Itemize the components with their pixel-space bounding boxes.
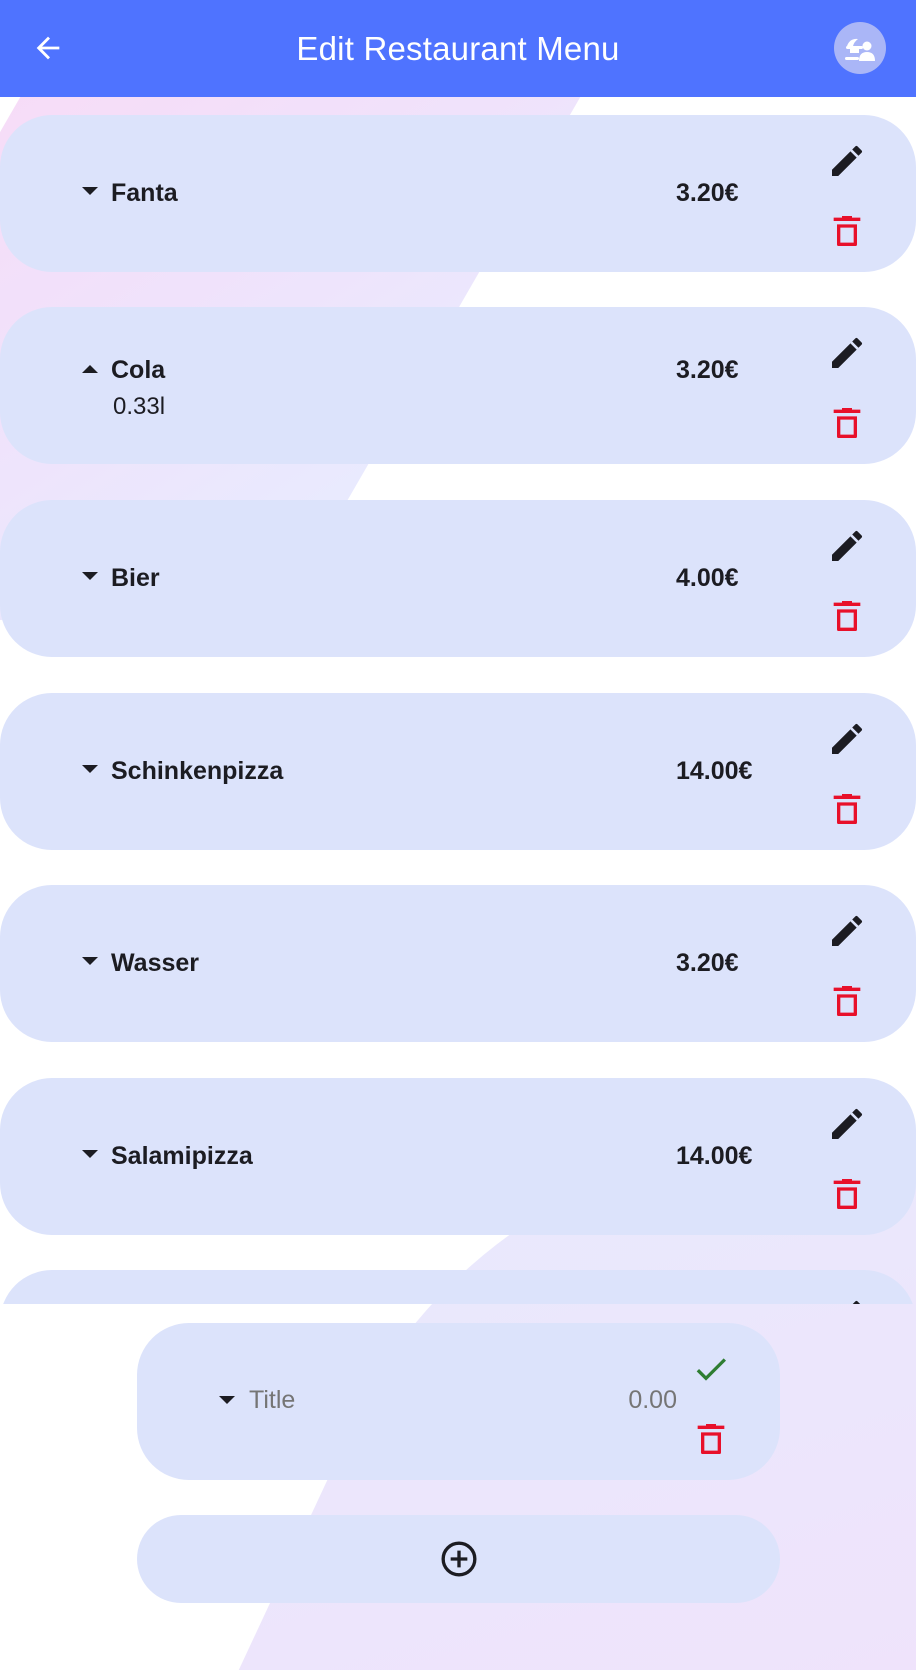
trash-icon [833, 794, 861, 824]
confirm-button[interactable] [687, 1345, 735, 1393]
expand-toggle[interactable] [82, 1150, 98, 1158]
pencil-icon [832, 337, 863, 368]
pencil-icon [832, 530, 863, 561]
menu-item-card: Bier 4.00€ [0, 500, 916, 657]
menu-list[interactable]: Fanta 3.20€ Cola 0.33l 3.20€ Bier 4.00€ [0, 97, 916, 1304]
menu-item-card [0, 1270, 916, 1304]
trash-icon [833, 216, 861, 246]
collapse-toggle[interactable] [82, 365, 98, 373]
edit-button[interactable] [823, 1100, 871, 1148]
delete-button[interactable] [823, 399, 871, 447]
pencil-icon [832, 915, 863, 946]
add-circle-icon [441, 1541, 476, 1577]
delete-button[interactable] [823, 207, 871, 255]
item-name: Salamipizza [111, 1142, 253, 1170]
delete-button[interactable] [687, 1415, 735, 1463]
menu-item-card: Cola 0.33l 3.20€ [0, 307, 916, 464]
pencil-icon [832, 723, 863, 754]
edit-button[interactable] [823, 137, 871, 185]
trash-icon [833, 408, 861, 438]
item-name: Bier [111, 564, 160, 592]
item-name: Schinkenpizza [111, 757, 284, 785]
item-name: Fanta [111, 179, 178, 207]
delete-button[interactable] [823, 592, 871, 640]
item-description: 0.33l [113, 393, 166, 420]
item-price: 4.00€ [676, 564, 739, 592]
pencil-icon [832, 1108, 863, 1139]
item-price: 3.20€ [676, 179, 739, 207]
item-name: Cola [111, 356, 166, 384]
edit-button[interactable] [823, 715, 871, 763]
page-title: Edit Restaurant Menu [296, 29, 620, 67]
pencil-icon [852, 1300, 861, 1304]
expand-toggle[interactable] [82, 572, 98, 580]
new-item-card [137, 1323, 780, 1480]
add-item-button[interactable] [137, 1515, 780, 1603]
expand-toggle[interactable] [82, 187, 98, 195]
menu-item-card: Schinkenpizza 14.00€ [0, 693, 916, 850]
trash-icon [697, 1424, 725, 1454]
title-input[interactable] [249, 1386, 449, 1415]
menu-item-card: Wasser 3.20€ [0, 885, 916, 1042]
edit-button[interactable] [823, 329, 871, 377]
item-name: Wasser [111, 949, 200, 977]
trash-icon [833, 1179, 861, 1209]
expand-toggle[interactable] [82, 957, 98, 965]
menu-item-card: Salamipizza 14.00€ [0, 1078, 916, 1235]
delete-button[interactable] [823, 785, 871, 833]
edit-button[interactable] [823, 522, 871, 570]
price-input[interactable] [577, 1386, 677, 1415]
avatar[interactable] [834, 22, 886, 74]
item-price: 3.20€ [676, 356, 739, 384]
delete-button[interactable] [823, 977, 871, 1025]
delete-button[interactable] [823, 1170, 871, 1218]
app-bar: Edit Restaurant Menu [0, 0, 916, 97]
expand-toggle[interactable] [82, 765, 98, 773]
menu-item-card: Fanta 3.20€ [0, 115, 916, 272]
item-price: 14.00€ [676, 757, 753, 785]
edit-button[interactable] [823, 1292, 871, 1304]
trash-icon [833, 601, 861, 631]
pencil-icon [832, 145, 863, 176]
item-price: 3.20€ [676, 949, 739, 977]
restaurant-waiter-icon [845, 38, 875, 61]
check-icon [696, 1358, 726, 1381]
edit-button[interactable] [823, 907, 871, 955]
expand-toggle[interactable] [219, 1396, 235, 1404]
trash-icon [833, 986, 861, 1016]
item-price: 14.00€ [676, 1142, 753, 1170]
